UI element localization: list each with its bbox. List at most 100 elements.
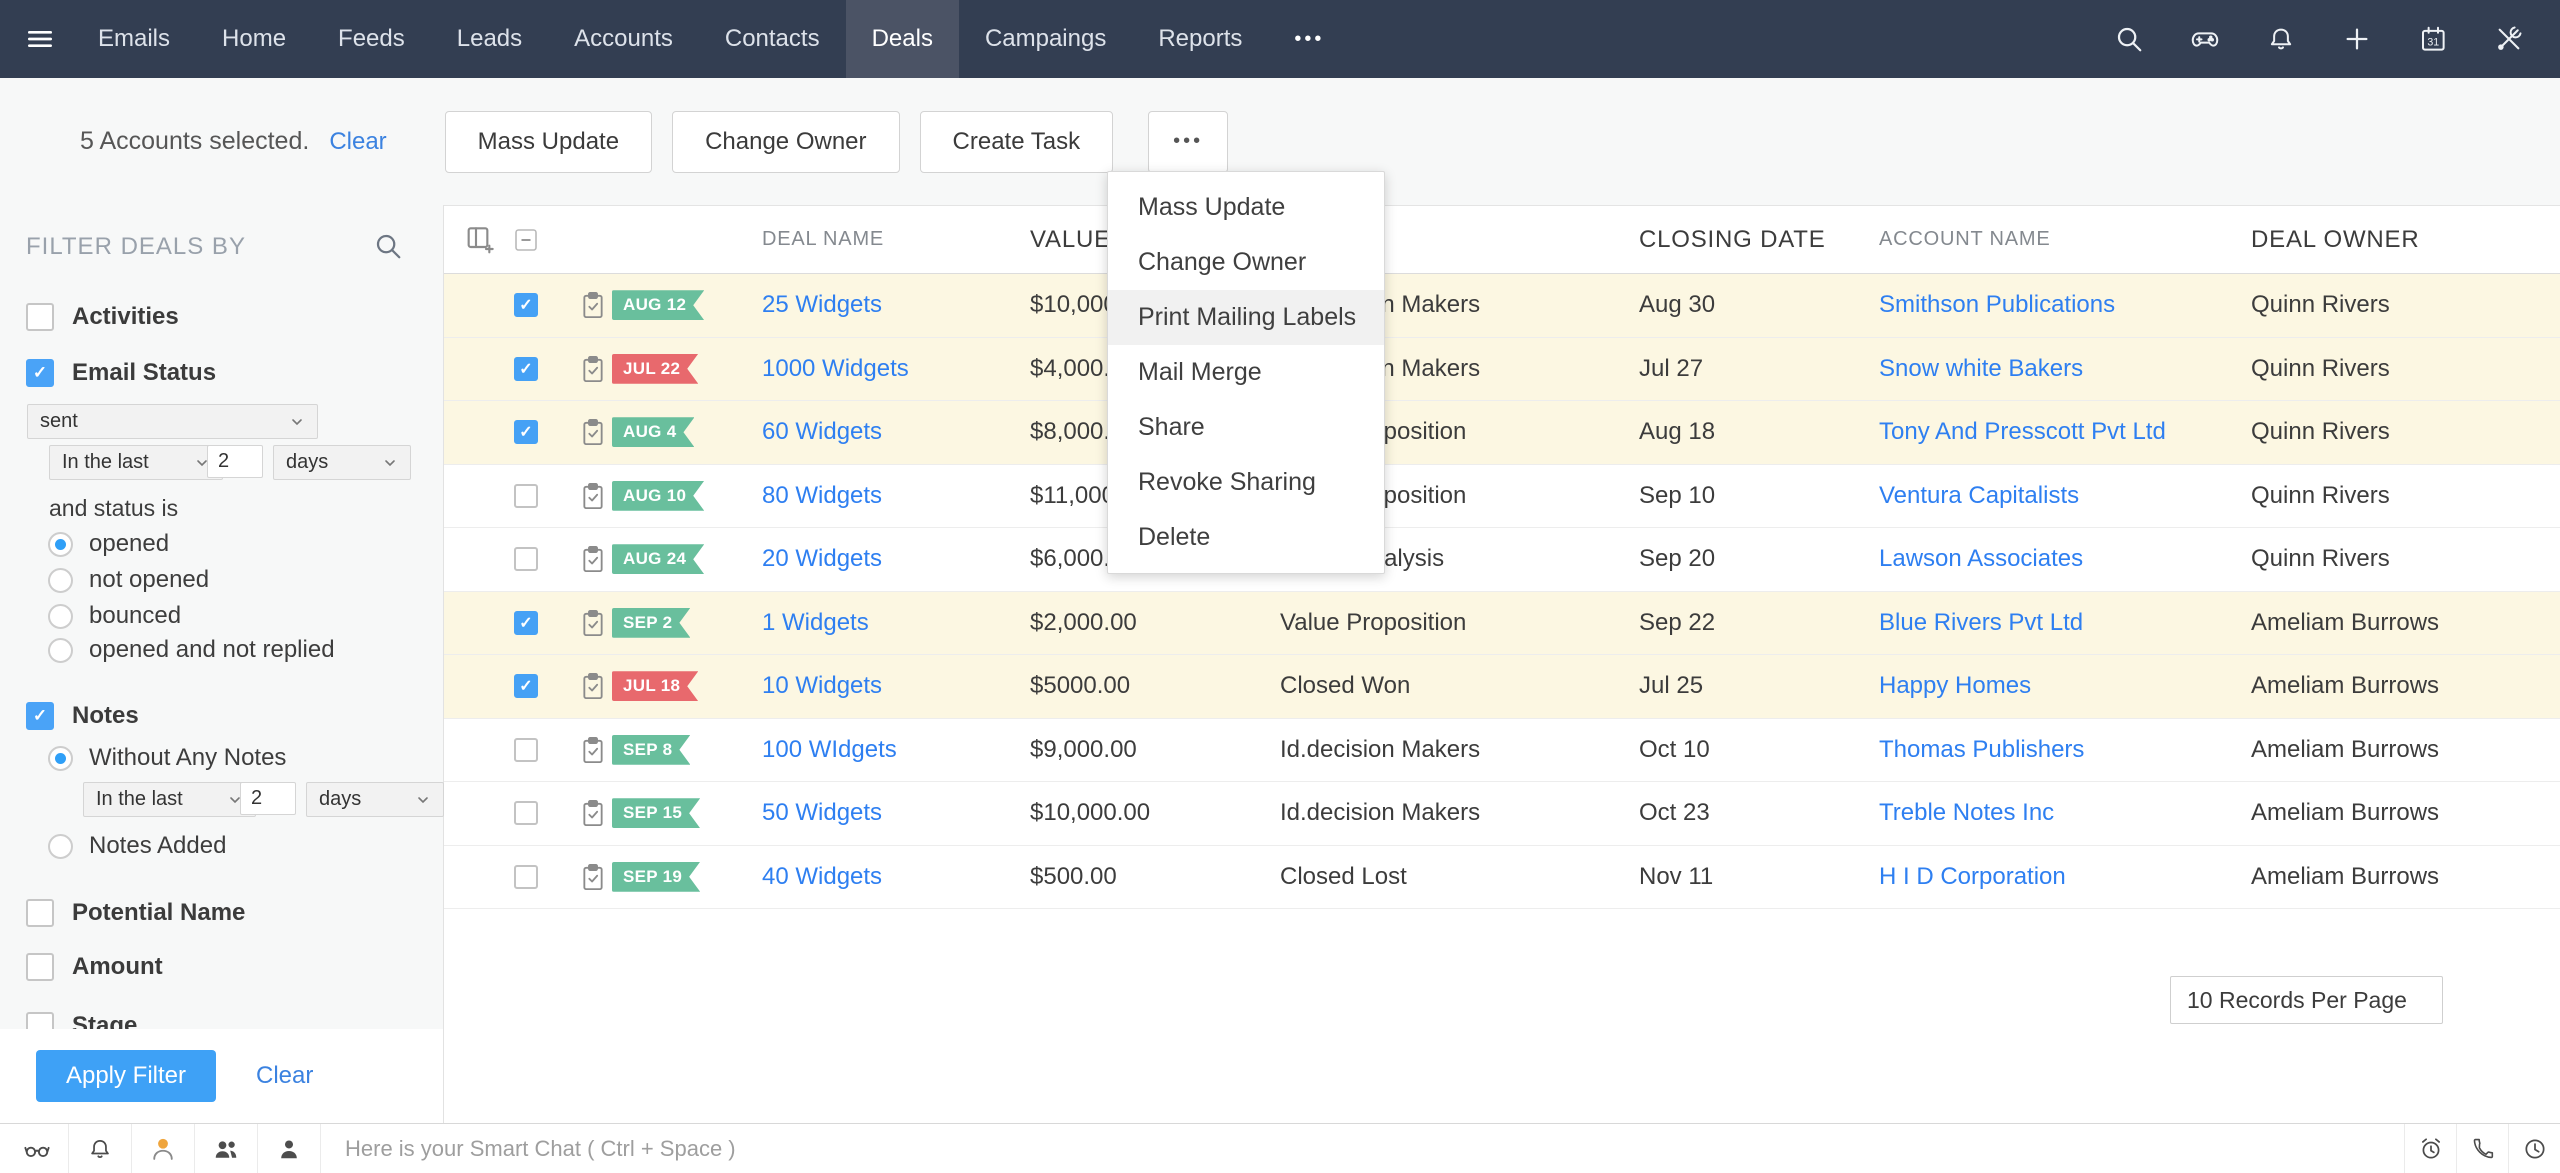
- profile-person-icon[interactable]: [258, 1124, 321, 1173]
- table-row[interactable]: AUG 4 60 Widgets $8,000.00 Value Proposi…: [444, 401, 2560, 465]
- deal-name-link[interactable]: 50 Widgets: [762, 799, 882, 826]
- header-closing-date[interactable]: CLOSING DATE: [1639, 226, 1879, 254]
- email-status-select[interactable]: sent: [27, 404, 318, 439]
- not-opened-radio[interactable]: [48, 567, 73, 593]
- table-row[interactable]: SEP 2 1 Widgets $2,000.00 Value Proposit…: [444, 591, 2560, 655]
- nav-overflow-button[interactable]: •••: [1268, 0, 1350, 78]
- deal-name-link[interactable]: 1 Widgets: [762, 609, 869, 636]
- notes-checkbox[interactable]: [26, 702, 54, 730]
- menu-item[interactable]: Share: [1108, 400, 1384, 455]
- nav-item[interactable]: Home: [196, 0, 312, 78]
- task-clipboard-icon[interactable]: [579, 481, 612, 511]
- radio-bounced[interactable]: bounced: [48, 602, 181, 630]
- header-deal-name[interactable]: DEAL NAME: [762, 228, 1030, 251]
- account-name-link[interactable]: H I D Corporation: [1879, 863, 2066, 890]
- deal-name-link[interactable]: 25 Widgets: [762, 291, 882, 318]
- email-range-value-input[interactable]: [207, 445, 263, 478]
- table-row[interactable]: AUG 10 80 Widgets $11,000.00 Value Propo…: [444, 465, 2560, 528]
- deal-name-link[interactable]: 60 Widgets: [762, 418, 882, 445]
- opened-not-replied-radio[interactable]: [48, 637, 73, 663]
- notifications-bell-icon[interactable]: [2266, 24, 2296, 54]
- menu-item[interactable]: Revoke Sharing: [1108, 455, 1384, 510]
- account-name-link[interactable]: Happy Homes: [1879, 672, 2031, 699]
- notes-range-select[interactable]: In the last: [83, 782, 256, 817]
- email-status-checkbox[interactable]: [26, 359, 54, 387]
- notes-range-unit-select[interactable]: days: [306, 782, 444, 817]
- radio-without-any-notes[interactable]: Without Any Notes: [48, 744, 286, 772]
- amount-checkbox[interactable]: [26, 953, 54, 981]
- task-clipboard-icon[interactable]: [579, 862, 612, 892]
- email-range-select[interactable]: In the last: [49, 445, 223, 480]
- account-name-link[interactable]: Blue Rivers Pvt Ltd: [1879, 609, 2083, 636]
- settings-tools-icon[interactable]: [2494, 24, 2524, 54]
- menu-item[interactable]: Mass Update: [1108, 180, 1384, 235]
- clear-filter-link[interactable]: Clear: [256, 1050, 313, 1102]
- calendar-icon[interactable]: 31: [2418, 24, 2448, 54]
- filter-search-icon[interactable]: [373, 231, 403, 261]
- task-clipboard-icon[interactable]: [579, 417, 612, 447]
- contacts-group-icon[interactable]: [195, 1124, 258, 1173]
- activities-checkbox[interactable]: [26, 303, 54, 331]
- table-row[interactable]: AUG 12 25 Widgets $10,000.00 Id.decision…: [444, 274, 2560, 338]
- apply-filter-button[interactable]: Apply Filter: [36, 1050, 216, 1102]
- nav-item[interactable]: Deals: [845, 0, 959, 78]
- opened-radio[interactable]: [48, 531, 73, 557]
- task-clipboard-icon[interactable]: [579, 354, 612, 384]
- radio-opened[interactable]: opened: [48, 530, 169, 558]
- add-plus-icon[interactable]: [2342, 24, 2372, 54]
- table-row[interactable]: SEP 15 50 Widgets $10,000.00 Id.decision…: [444, 782, 2560, 846]
- deal-name-link[interactable]: 80 Widgets: [762, 482, 882, 509]
- bounced-radio[interactable]: [48, 603, 73, 629]
- task-clipboard-icon[interactable]: [579, 290, 612, 320]
- without-any-notes-radio[interactable]: [48, 745, 73, 771]
- add-column-icon[interactable]: [464, 223, 496, 255]
- filter-potential-name[interactable]: Potential Name: [26, 899, 245, 927]
- table-row[interactable]: SEP 19 40 Widgets $500.00 Closed Lost No…: [444, 846, 2560, 909]
- row-checkbox[interactable]: [514, 737, 538, 762]
- account-name-link[interactable]: Thomas Publishers: [1879, 736, 2084, 763]
- select-all-checkbox[interactable]: [514, 228, 538, 252]
- row-checkbox[interactable]: [514, 420, 538, 445]
- radio-opened-not-replied[interactable]: opened and not replied: [48, 636, 335, 664]
- filter-activities[interactable]: Activities: [26, 303, 179, 331]
- support-alarm-icon[interactable]: [2404, 1124, 2456, 1173]
- nav-item[interactable]: Leads: [431, 0, 548, 78]
- bulk-action-button[interactable]: Create Task: [919, 110, 1114, 173]
- nav-item[interactable]: Feeds: [312, 0, 431, 78]
- user-presence-icon[interactable]: [132, 1124, 195, 1173]
- table-row[interactable]: JUL 22 1000 Widgets $4,000.00 Id.decisio…: [444, 337, 2560, 401]
- account-name-link[interactable]: Smithson Publications: [1879, 291, 2115, 318]
- nav-item[interactable]: Campaings: [959, 0, 1132, 78]
- row-checkbox[interactable]: [514, 864, 538, 889]
- nav-item[interactable]: Contacts: [699, 0, 846, 78]
- account-name-link[interactable]: Snow white Bakers: [1879, 355, 2083, 382]
- clear-selection-link[interactable]: Clear: [329, 128, 386, 156]
- deal-name-link[interactable]: 40 Widgets: [762, 863, 882, 890]
- radio-notes-added[interactable]: Notes Added: [48, 832, 226, 860]
- potential-name-checkbox[interactable]: [26, 899, 54, 927]
- deal-name-link[interactable]: 10 Widgets: [762, 672, 882, 699]
- deal-name-link[interactable]: 100 WIdgets: [762, 736, 897, 763]
- deal-name-link[interactable]: 20 Widgets: [762, 545, 882, 572]
- table-row[interactable]: JUL 18 10 Widgets $5000.00 Closed Won Ju…: [444, 655, 2560, 719]
- account-name-link[interactable]: Ventura Capitalists: [1879, 482, 2079, 509]
- more-actions-button[interactable]: •••: [1148, 110, 1229, 173]
- filter-amount[interactable]: Amount: [26, 953, 163, 981]
- header-deal-owner[interactable]: DEAL OWNER: [2251, 226, 2560, 254]
- records-per-page-select[interactable]: 10 Records Per Page: [2170, 976, 2443, 1024]
- history-clock-icon[interactable]: [2508, 1124, 2560, 1173]
- task-clipboard-icon[interactable]: [579, 735, 612, 765]
- row-checkbox[interactable]: [514, 293, 538, 318]
- table-row[interactable]: AUG 24 20 Widgets $6,000.00 Needs Analys…: [444, 528, 2560, 592]
- notifications-bell-icon[interactable]: [69, 1124, 132, 1173]
- menu-item[interactable]: Mail Merge: [1108, 345, 1384, 400]
- bulk-action-button[interactable]: Mass Update: [444, 110, 653, 173]
- search-icon[interactable]: [2114, 24, 2144, 54]
- nav-item[interactable]: Accounts: [548, 0, 699, 78]
- notes-added-radio[interactable]: [48, 833, 73, 859]
- account-name-link[interactable]: Lawson Associates: [1879, 545, 2083, 572]
- row-checkbox[interactable]: [514, 610, 538, 635]
- email-range-unit-select[interactable]: days: [273, 445, 411, 480]
- menu-item[interactable]: Change Owner: [1108, 235, 1384, 290]
- task-clipboard-icon[interactable]: [579, 798, 612, 828]
